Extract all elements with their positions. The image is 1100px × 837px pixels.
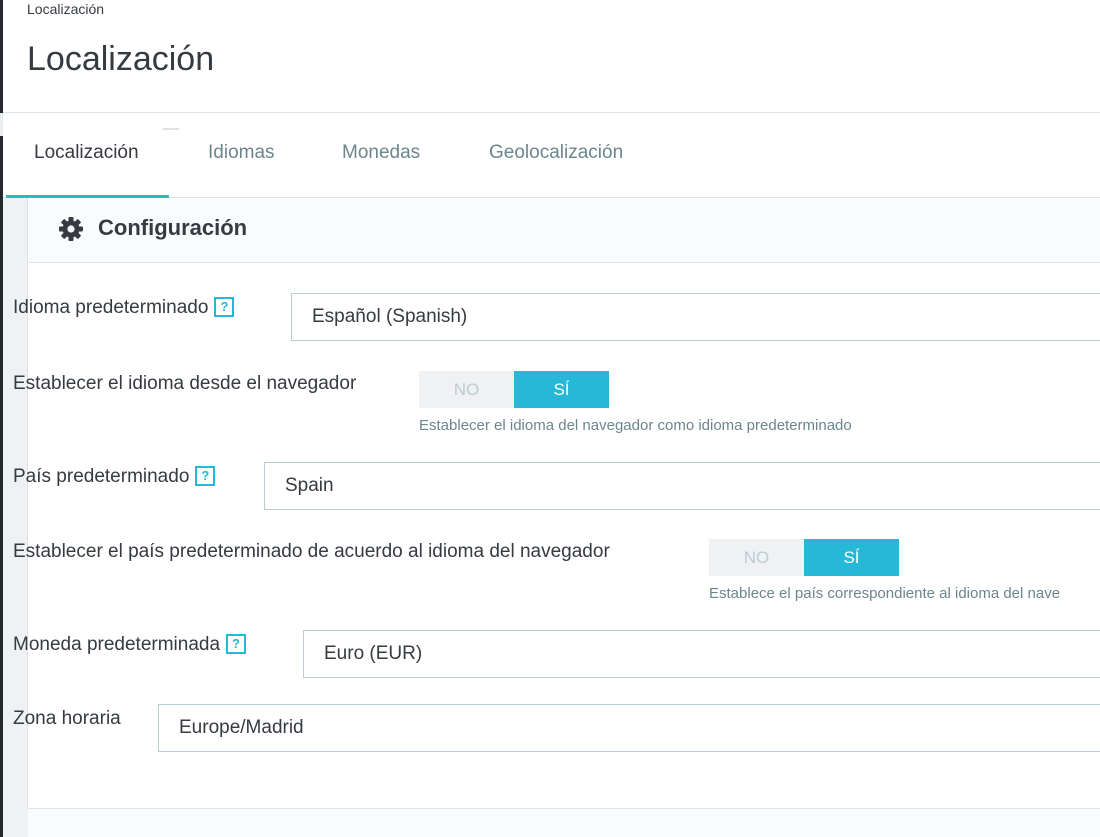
timezone-label: Zona horaria — [13, 708, 121, 729]
toggle-yes-option[interactable]: SÍ — [804, 539, 899, 576]
tab-monedas[interactable]: Monedas — [342, 113, 420, 197]
breadcrumb[interactable]: Localización — [27, 1, 104, 17]
default-language-label: Idioma predeterminado? — [13, 297, 235, 319]
browser-language-hint: Establecer el idioma del navegador como … — [419, 417, 852, 434]
default-currency-select[interactable]: Euro (EUR) — [303, 630, 1100, 678]
default-language-label-text: Idioma predeterminado — [13, 297, 209, 318]
gear-icon — [59, 217, 83, 241]
tab-geolocalizacion[interactable]: Geolocalización — [489, 113, 623, 197]
default-country-select[interactable]: Spain — [264, 462, 1100, 510]
default-country-label-text: País predeterminado — [13, 466, 190, 487]
default-country-label: País predeterminado? — [13, 466, 216, 488]
default-currency-label-text: Moneda predeterminada — [13, 634, 221, 655]
panel-footer — [28, 808, 1100, 837]
help-icon[interactable]: ? — [214, 297, 235, 317]
tab-idiomas[interactable]: Idiomas — [208, 113, 275, 197]
panel-title: Configuración — [98, 215, 248, 240]
help-icon[interactable]: ? — [195, 466, 216, 486]
default-language-select[interactable]: Español (Spanish) — [291, 293, 1100, 341]
tab-divider — [163, 128, 179, 130]
browser-language-toggle[interactable]: NO SÍ — [419, 371, 609, 408]
page-title: Localización — [27, 40, 215, 78]
default-currency-label: Moneda predeterminada? — [13, 634, 247, 656]
panel-heading: Configuración — [28, 199, 1100, 263]
browser-country-label: Establecer el país predeterminado de acu… — [13, 541, 610, 562]
browser-country-hint: Establece el país correspondiente al idi… — [709, 585, 1061, 602]
toggle-yes-option[interactable]: SÍ — [514, 371, 609, 408]
help-icon[interactable]: ? — [226, 634, 247, 654]
tab-bar: Localización Idiomas Monedas Geolocaliza… — [3, 113, 1100, 198]
timezone-select[interactable]: Europe/Madrid — [158, 704, 1100, 752]
toggle-no-option[interactable]: NO — [709, 539, 804, 576]
tab-localizacion[interactable]: Localización — [6, 113, 169, 198]
browser-language-label: Establecer el idioma desde el navegador — [13, 373, 357, 394]
toggle-no-option[interactable]: NO — [419, 371, 514, 408]
browser-country-toggle[interactable]: NO SÍ — [709, 539, 899, 576]
